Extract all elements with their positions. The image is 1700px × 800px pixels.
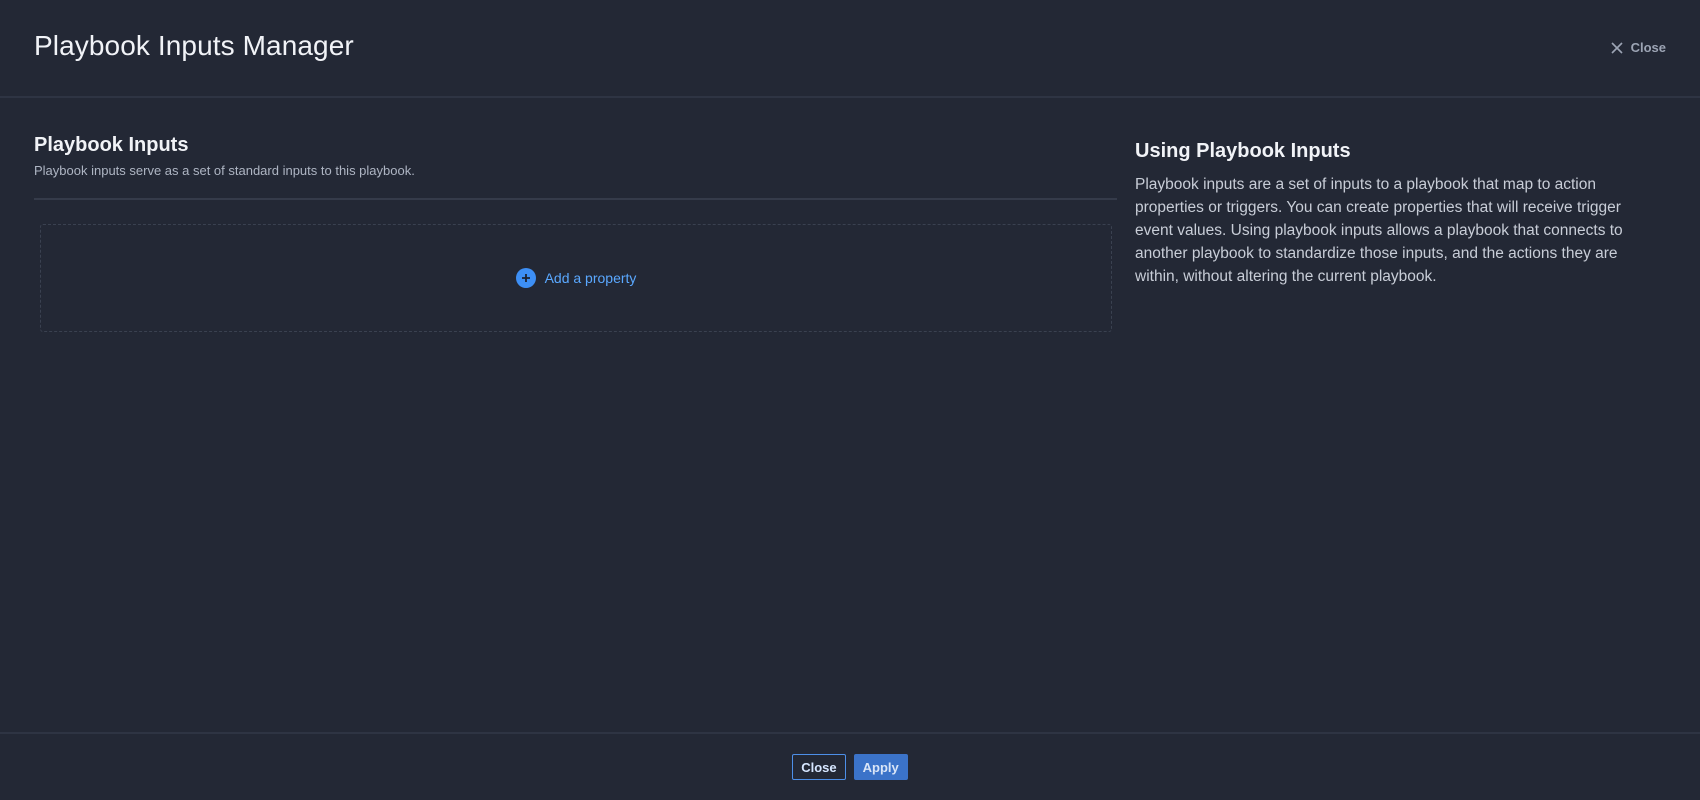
help-body: Playbook inputs are a set of inputs to a… — [1135, 176, 1623, 285]
modal-header: Playbook Inputs Manager Close — [0, 0, 1700, 98]
plus-circle-icon — [515, 268, 536, 288]
section-subtitle: Playbook inputs serve as a set of standa… — [34, 163, 415, 178]
modal-content: Playbook Inputs Playbook inputs serve as… — [0, 98, 1700, 732]
close-icon — [1611, 41, 1623, 54]
header-close-label: Close — [1630, 40, 1666, 55]
playbook-inputs-section: Playbook Inputs Playbook inputs serve as… — [34, 134, 1117, 332]
header-close-button[interactable]: Close — [1611, 40, 1666, 55]
playbook-inputs-manager-modal: Playbook Inputs Manager Close Playbook I… — [0, 0, 1700, 800]
modal-footer: Close Apply — [0, 732, 1700, 800]
help-title: Using Playbook Inputs — [1135, 140, 1351, 162]
section-divider — [34, 198, 1117, 200]
properties-dropzone: Add a property — [40, 224, 1112, 332]
help-panel: Using Playbook Inputs Playbook inputs ar… — [1135, 140, 1655, 288]
add-property-label: Add a property — [544, 270, 637, 286]
section-title: Playbook Inputs — [34, 134, 189, 156]
apply-button[interactable]: Apply — [853, 754, 908, 780]
add-property-button[interactable]: Add a property — [515, 268, 637, 288]
footer-close-button[interactable]: Close — [792, 754, 846, 780]
modal-title: Playbook Inputs Manager — [34, 30, 354, 61]
